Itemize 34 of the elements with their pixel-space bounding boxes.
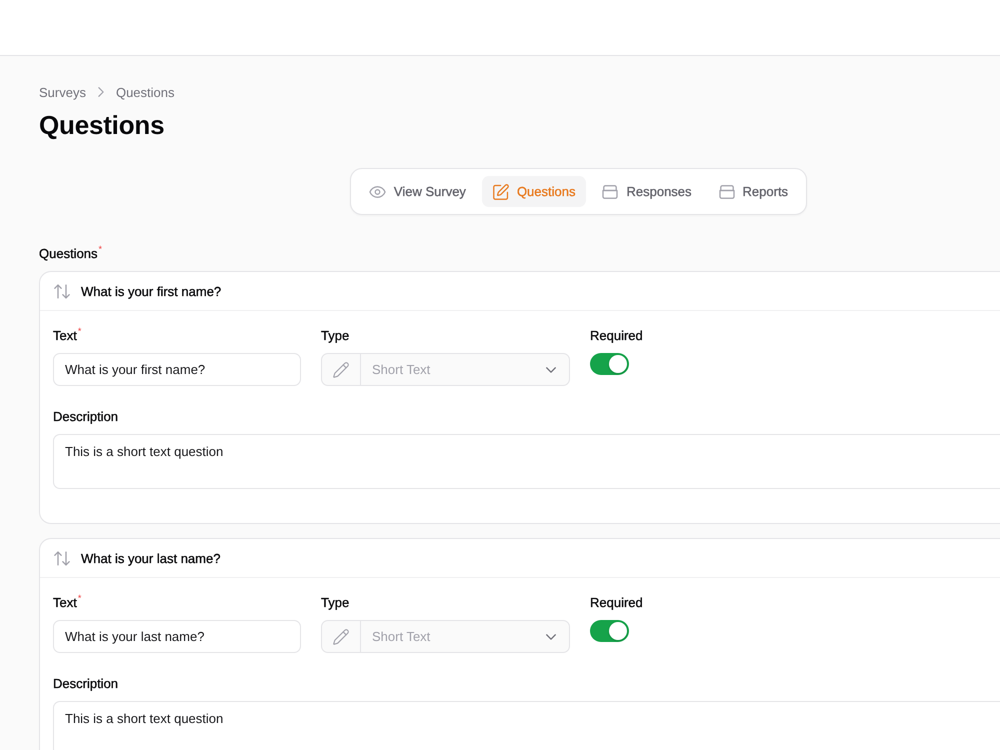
breadcrumb-current: Questions <box>116 84 175 100</box>
tab[interactable]: View Survey <box>358 176 477 207</box>
text-input[interactable]: What is your last name? <box>53 620 301 653</box>
question-title: What is your first name? <box>81 284 222 298</box>
tab[interactable]: Responses <box>591 176 703 207</box>
section-label: Questions$^{*}$ <box>39 246 102 262</box>
description-textarea[interactable]: This is a short text question <box>53 434 1000 489</box>
field-label: Required <box>590 595 643 611</box>
field-label: Text$^{*}$ <box>53 595 82 611</box>
field-label: Description <box>53 676 118 692</box>
field-label: Description <box>53 409 118 425</box>
pencil-icon <box>333 362 349 378</box>
page-title: Questions <box>39 109 164 141</box>
tray-icon <box>602 184 618 198</box>
field-label: Text$^{*}$ <box>53 328 82 344</box>
description-textarea[interactable]: This is a short text question <box>53 701 1000 750</box>
chevron-right-icon <box>98 87 104 97</box>
chevron-down-icon <box>546 634 556 640</box>
required-toggle[interactable] <box>590 353 629 375</box>
field-label: Type <box>321 328 350 344</box>
question-title: What is your last name? <box>81 550 220 566</box>
pencil-icon <box>333 628 349 644</box>
field-label: Type <box>321 595 350 611</box>
chevron-down-icon <box>546 366 556 372</box>
breadcrumb-link[interactable]: Surveys <box>39 84 86 100</box>
text-input[interactable]: What is your first name? <box>53 353 301 386</box>
required-toggle[interactable] <box>590 620 629 642</box>
field-label: Required <box>590 328 643 344</box>
edit-icon <box>492 184 509 200</box>
tab[interactable]: Reports <box>708 176 800 207</box>
sort-arrows-icon[interactable] <box>54 550 70 566</box>
eye-icon <box>368 186 386 198</box>
sort-arrows-icon[interactable] <box>54 284 70 298</box>
tray-icon <box>718 184 735 198</box>
